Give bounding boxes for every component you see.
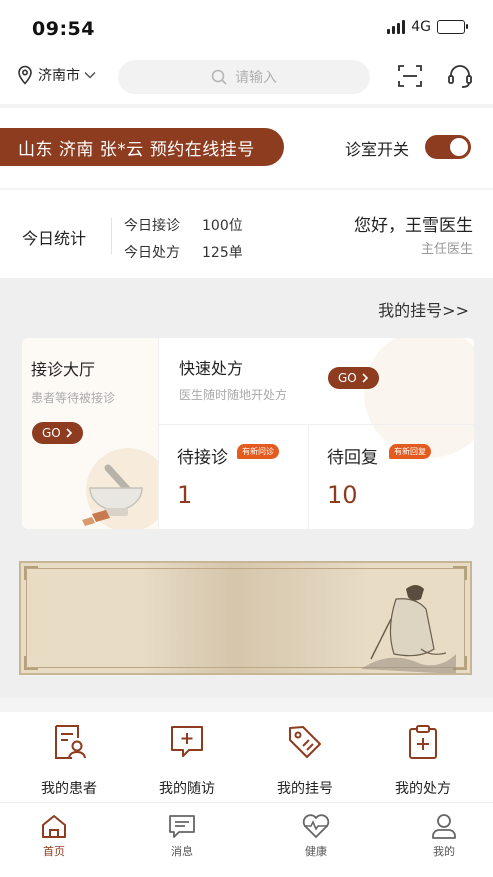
hall-title: 接诊大厅 xyxy=(31,360,96,379)
visits-label: 今日接诊 xyxy=(124,218,180,234)
chevron-right-icon xyxy=(362,373,368,383)
search-icon xyxy=(211,69,227,85)
doctor-greeting: 您好，王雪医生 xyxy=(354,216,473,236)
quick-links: 我的患者 我的随访 我的挂号 我的处方 xyxy=(0,712,493,800)
clipboard-plus-icon xyxy=(409,725,437,759)
visits-value: 100位 xyxy=(202,218,243,234)
message-icon xyxy=(169,815,195,838)
quick-link-label: 我的患者 xyxy=(41,781,97,797)
go-label: GO xyxy=(338,371,357,385)
tab-health[interactable]: 健康 xyxy=(276,813,356,859)
location-selector[interactable]: 济南市 xyxy=(16,65,96,85)
function-cards: 接诊大厅 患者等待被接诊 GO 快速处方 医生随时随地开处方 GO 待接诊 有新… xyxy=(22,338,474,529)
banner-row: 山东 济南 张*云 预约在线挂号 诊室开关 xyxy=(0,108,493,188)
stats-divider xyxy=(111,218,112,254)
quick-link-label: 我的随访 xyxy=(159,781,215,797)
bottom-tab-bar: 首页 消息 健康 我的 xyxy=(0,802,493,877)
tag-icon xyxy=(289,726,321,758)
status-icons: 4G xyxy=(387,19,468,35)
pending-reply-card[interactable]: 待回复 有新回复 10 xyxy=(308,424,474,529)
doctor-role: 主任医生 xyxy=(420,242,473,257)
search-placeholder: 请输入 xyxy=(235,70,277,86)
mortar-pestle-illustration xyxy=(82,448,158,529)
prescriptions-label: 今日处方 xyxy=(124,245,180,261)
patient-record-icon xyxy=(55,725,86,759)
sage-figure-illustration xyxy=(361,585,456,673)
pending-count: 1 xyxy=(177,481,193,509)
section-divider xyxy=(0,698,493,712)
reply-title: 待回复 xyxy=(327,448,378,468)
location-pin-icon xyxy=(18,65,32,85)
my-registration-link[interactable]: 我的挂号>> xyxy=(378,297,469,321)
battery-icon xyxy=(437,20,468,34)
new-reply-badge: 有新回复 xyxy=(389,444,431,459)
toggle-knob xyxy=(450,138,468,156)
frame-corner xyxy=(24,566,38,580)
promo-painting-banner[interactable] xyxy=(19,561,472,675)
hall-subtitle: 患者等待被接诊 xyxy=(31,391,116,405)
network-type: 4G xyxy=(411,19,431,35)
signal-icon xyxy=(387,20,406,34)
status-time: 09:54 xyxy=(32,18,95,40)
scan-icon[interactable] xyxy=(397,63,423,89)
today-stats: 今日统计 今日接诊 100位 今日处方 125单 您好，王雪医生 主任医生 xyxy=(0,190,493,278)
tab-label: 健康 xyxy=(305,845,327,858)
tab-profile[interactable]: 我的 xyxy=(404,813,484,859)
tab-home[interactable]: 首页 xyxy=(14,813,94,859)
city-name: 济南市 xyxy=(38,68,80,84)
status-bar: 09:54 4G xyxy=(0,0,493,50)
search-input[interactable]: 请输入 xyxy=(118,60,370,94)
stats-title: 今日统计 xyxy=(22,229,87,248)
quick-link-label: 我的挂号 xyxy=(277,781,333,797)
home-icon xyxy=(42,815,66,838)
tab-messages[interactable]: 消息 xyxy=(142,813,222,859)
quick-link-my-registrations[interactable]: 我的挂号 xyxy=(250,724,360,798)
heart-pulse-icon xyxy=(302,814,330,838)
quick-subtitle: 医生随时随地开处方 xyxy=(179,388,288,402)
calligraphy-wash xyxy=(141,563,371,673)
clinic-switch-toggle[interactable] xyxy=(425,135,471,159)
quick-link-my-prescriptions[interactable]: 我的处方 xyxy=(368,724,478,798)
clinic-switch-label: 诊室开关 xyxy=(345,140,410,159)
pending-consultation-card[interactable]: 待接诊 有新问诊 1 xyxy=(158,424,308,529)
quick-go-button[interactable]: GO xyxy=(328,367,379,389)
new-consultation-badge: 有新问诊 xyxy=(237,444,279,459)
quick-link-label: 我的处方 xyxy=(395,781,451,797)
quick-prescription-card[interactable]: 快速处方 医生随时随地开处方 GO xyxy=(158,338,474,458)
chevron-right-icon xyxy=(66,428,72,438)
pending-title: 待接诊 xyxy=(177,448,228,468)
top-bar: 济南市 请输入 xyxy=(0,56,493,100)
tab-label: 首页 xyxy=(43,845,65,858)
hall-go-button[interactable]: GO xyxy=(32,422,83,444)
go-label: GO xyxy=(42,426,61,440)
frame-corner xyxy=(24,656,38,670)
tab-label: 消息 xyxy=(171,845,193,858)
user-icon xyxy=(432,814,456,839)
reply-count: 10 xyxy=(327,481,358,509)
quick-link-my-follow-ups[interactable]: 我的随访 xyxy=(132,724,242,798)
region-appointment-banner[interactable]: 山东 济南 张*云 预约在线挂号 xyxy=(0,128,284,166)
customer-service-icon[interactable] xyxy=(446,62,474,90)
quick-link-my-patients[interactable]: 我的患者 xyxy=(14,724,124,798)
follow-up-chat-icon xyxy=(171,726,203,757)
chevron-down-icon xyxy=(84,71,96,79)
tab-label: 我的 xyxy=(433,845,455,858)
consultation-hall-card[interactable]: 接诊大厅 患者等待被接诊 GO xyxy=(22,338,158,529)
prescriptions-value: 125单 xyxy=(202,245,243,261)
quick-title: 快速处方 xyxy=(179,359,244,378)
